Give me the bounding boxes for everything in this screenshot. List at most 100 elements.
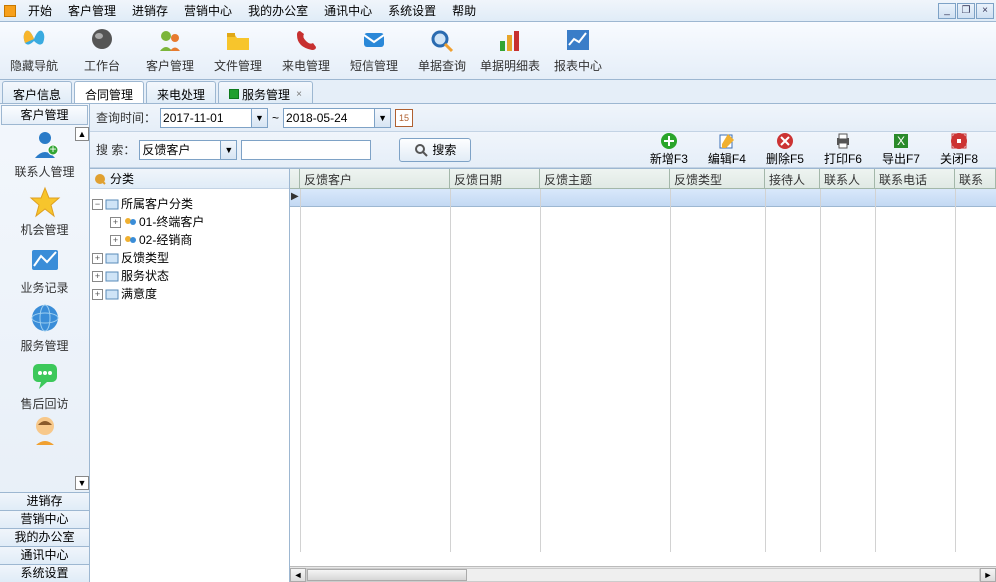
search-btn-label: 搜索 [432,141,456,158]
horizontal-scrollbar[interactable]: ◄ ► [290,566,996,582]
scroll-right-icon[interactable]: ► [980,568,996,582]
tb-workbench[interactable]: 工作台 [68,22,136,79]
tb-bill-search[interactable]: 单据查询 [408,22,476,79]
category-tree-pane: 分类 −所属客户分类 +01-终端客户 +02-经销商 +反馈类型 +服务状态 … [90,169,290,582]
col-header[interactable]: 联系人 [820,169,875,188]
globe-icon [29,302,61,334]
tb-customer[interactable]: 客户管理 [136,22,204,79]
doc-tab[interactable]: 合同管理 [74,81,144,103]
tb-files[interactable]: 文件管理 [204,22,272,79]
sidebar-group[interactable]: 我的办公室 [0,528,89,546]
sidebar-item-opportunity[interactable]: 机会管理 [0,183,89,241]
content-area: 查询时间： ▼ ~ ▼ 15 搜 索： ▼ 搜索 [90,104,996,582]
scroll-left-icon[interactable]: ◄ [290,568,306,582]
menu-item[interactable]: 我的办公室 [240,0,316,21]
restore-button[interactable]: ❐ [957,3,975,19]
action-delete[interactable]: 删除F5 [766,132,804,167]
minimize-button[interactable]: _ [938,3,956,19]
search-button[interactable]: 搜索 [399,138,471,162]
col-header[interactable]: 反馈客户 [300,169,450,188]
expand-icon[interactable]: + [92,289,103,300]
action-label: 导出F7 [882,150,920,167]
tree-node[interactable]: −所属客户分类 [92,195,287,213]
sidebar-label: 机会管理 [20,221,68,238]
sidebar-item-service[interactable]: 服务管理 [0,299,89,357]
sidebar-item-followup[interactable]: 售后回访 [0,357,89,415]
menu-item[interactable]: 营销中心 [176,0,240,21]
sidebar-label: 业务记录 [20,279,68,296]
scroll-thumb[interactable] [307,569,467,581]
contact-icon: + [29,128,61,160]
col-header[interactable] [290,169,300,188]
collapse-icon[interactable]: − [92,199,103,210]
search-value-input[interactable] [241,140,371,160]
col-header[interactable]: 联系电话 [875,169,955,188]
menu-item[interactable]: 开始 [20,0,60,21]
tb-hide-nav[interactable]: 隐藏导航 [0,22,68,79]
col-header[interactable]: 反馈类型 [670,169,765,188]
expand-icon[interactable]: + [110,235,121,246]
action-print[interactable]: 打印F6 [824,132,862,167]
close-button[interactable]: × [976,3,994,19]
tree-node[interactable]: +服务状态 [92,267,287,285]
action-add[interactable]: 新增F3 [650,132,688,167]
date-from-input[interactable] [160,108,252,128]
menu-item[interactable]: 系统设置 [380,0,444,21]
expand-icon[interactable]: + [92,271,103,282]
doc-tab[interactable]: 来电处理 [146,81,216,103]
folder-icon [105,270,119,282]
col-header[interactable]: 反馈日期 [450,169,540,188]
tree-node[interactable]: +满意度 [92,285,287,303]
date-to-input[interactable] [283,108,375,128]
sidebar-group[interactable]: 营销中心 [0,510,89,528]
selected-row[interactable]: ▶ [290,189,996,207]
people-icon [156,27,184,55]
sidebar-item-person[interactable] [0,415,89,445]
tree-node[interactable]: +反馈类型 [92,249,287,267]
search-field-select[interactable] [139,140,221,160]
tb-bill-detail[interactable]: 单据明细表 [476,22,544,79]
col-header[interactable]: 联系 [955,169,996,188]
scroll-track[interactable] [306,568,980,582]
group-icon [123,234,137,246]
menu-item[interactable]: 通讯中心 [316,0,380,21]
sidebar-group[interactable]: 系统设置 [0,564,89,582]
close-icon [950,132,968,150]
scroll-up-icon[interactable]: ▲ [75,127,89,141]
tb-incoming[interactable]: 来电管理 [272,22,340,79]
menu-item[interactable]: 进销存 [124,0,176,21]
expand-icon[interactable]: + [92,253,103,264]
col-header[interactable]: 反馈主题 [540,169,670,188]
action-close[interactable]: 关闭F8 [940,132,978,167]
sidebar-group-tab[interactable]: 客户管理 [1,105,88,125]
tb-sms[interactable]: 短信管理 [340,22,408,79]
tree-node[interactable]: +01-终端客户 [110,213,287,231]
tb-reports[interactable]: 报表中心 [544,22,612,79]
chevron-down-icon[interactable]: ▼ [375,108,391,128]
butterfly-icon [20,27,48,55]
expand-icon[interactable]: + [110,217,121,228]
chevron-down-icon[interactable]: ▼ [221,140,237,160]
doc-tab[interactable]: 客户信息 [2,81,72,103]
col-header[interactable]: 接待人 [765,169,820,188]
action-export[interactable]: X导出F7 [882,132,920,167]
action-edit[interactable]: 编辑F4 [708,132,746,167]
filter-row-2: 搜 索： ▼ 搜索 新增F3 编辑F4 删除F5 打印F6 X导出F7 关闭F8 [90,132,996,168]
tree-node[interactable]: +02-经销商 [110,231,287,249]
plus-icon [660,132,678,150]
menu-item[interactable]: 客户管理 [60,0,124,21]
close-icon[interactable]: × [296,89,302,100]
sidebar-group[interactable]: 进销存 [0,492,89,510]
tab-label: 客户信息 [13,86,61,103]
scroll-down-icon[interactable]: ▼ [75,476,89,490]
sphere-icon [88,27,116,55]
calendar-icon[interactable]: 15 [395,109,413,127]
sidebar-group[interactable]: 通讯中心 [0,546,89,564]
grid-body[interactable]: ▶ [290,189,996,566]
search-icon [428,27,456,55]
menu-item[interactable]: 帮助 [444,0,484,21]
chevron-down-icon[interactable]: ▼ [252,108,268,128]
tb-label: 短信管理 [350,57,398,74]
sidebar-item-business[interactable]: 业务记录 [0,241,89,299]
doc-tab[interactable]: 服务管理× [218,81,313,103]
